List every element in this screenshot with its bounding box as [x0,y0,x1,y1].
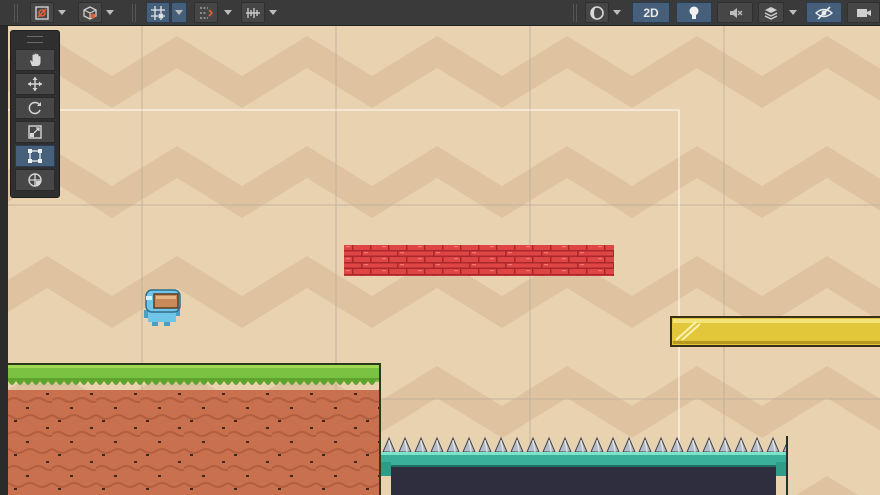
lighting-bulb-icon [689,6,699,19]
ruler-button[interactable] [241,2,265,23]
increment-snap-button[interactable] [194,2,218,23]
gold-platform[interactable] [670,316,880,347]
left-panel-edge [0,26,8,495]
increment-snap-dropdown[interactable] [220,2,236,23]
gizmo-draw-mode-dropdown[interactable] [54,2,70,23]
grid-snap-icon [151,5,165,20]
ruler-icon [246,7,260,18]
2d-label: 2D [643,5,659,20]
move-arrows-icon [28,77,42,91]
audio-mute-icon [730,7,743,18]
shading-sphere-icon [590,5,604,20]
move-tool-button[interactable] [15,73,55,95]
shaded-cube-icon [83,5,97,20]
grid-snap-dropdown[interactable] [171,2,187,23]
scale-tool-button[interactable] [15,121,55,143]
chevron-down-icon [613,10,621,15]
chevron-down-icon [269,10,277,15]
gizmo-draw-mode-button[interactable] [30,2,54,23]
hand-tool-button[interactable] [15,49,55,71]
transform-icon [28,173,42,187]
scale-icon [28,125,42,139]
increment-snap-icon [200,6,214,19]
shaded-view-dropdown[interactable] [102,2,118,23]
rotate-icon [28,101,41,115]
hand-icon [30,53,41,66]
scene-toolbar: 2D [0,0,880,26]
spike-pit[interactable] [381,436,788,495]
rect-tool-button[interactable] [15,145,55,167]
chevron-down-icon [224,10,232,15]
transform-tool-button[interactable] [15,169,55,191]
toolbar-grip[interactable] [573,4,577,22]
shading-mode-dropdown[interactable] [609,2,625,23]
chevron-down-icon [789,10,797,15]
hidden-objects-toggle-button[interactable] [806,2,842,23]
toolbar-grip[interactable] [132,4,136,22]
brick-platform[interactable] [344,245,614,276]
rotate-tool-button[interactable] [15,97,55,119]
scene-canvas[interactable] [8,26,880,495]
hidden-objects-eye-icon [815,5,833,20]
player[interactable] [144,289,181,326]
effects-dropdown[interactable] [785,2,801,23]
palette-grip[interactable] [27,36,43,43]
camera-icon [856,8,871,17]
shading-mode-button[interactable] [585,2,609,23]
gizmo-draw-mode-icon [35,5,49,20]
scene-lighting-button[interactable] [676,2,712,23]
shaded-view-button[interactable] [78,2,102,23]
effects-layers-icon [764,6,778,20]
chevron-down-icon [106,10,114,15]
grid-snap-button[interactable] [146,2,170,23]
ruler-dropdown[interactable] [265,2,281,23]
chevron-down-icon [175,10,183,15]
rect-transform-icon [28,149,42,163]
effects-button[interactable] [758,2,784,23]
tool-palette [10,30,60,198]
scene-camera-button[interactable] [847,2,880,23]
scene-viewport[interactable] [8,26,880,495]
chevron-down-icon [58,10,66,15]
2d-toggle-button[interactable]: 2D [632,2,670,23]
audio-toggle-button[interactable] [717,2,753,23]
toolbar-grip[interactable] [14,4,18,22]
